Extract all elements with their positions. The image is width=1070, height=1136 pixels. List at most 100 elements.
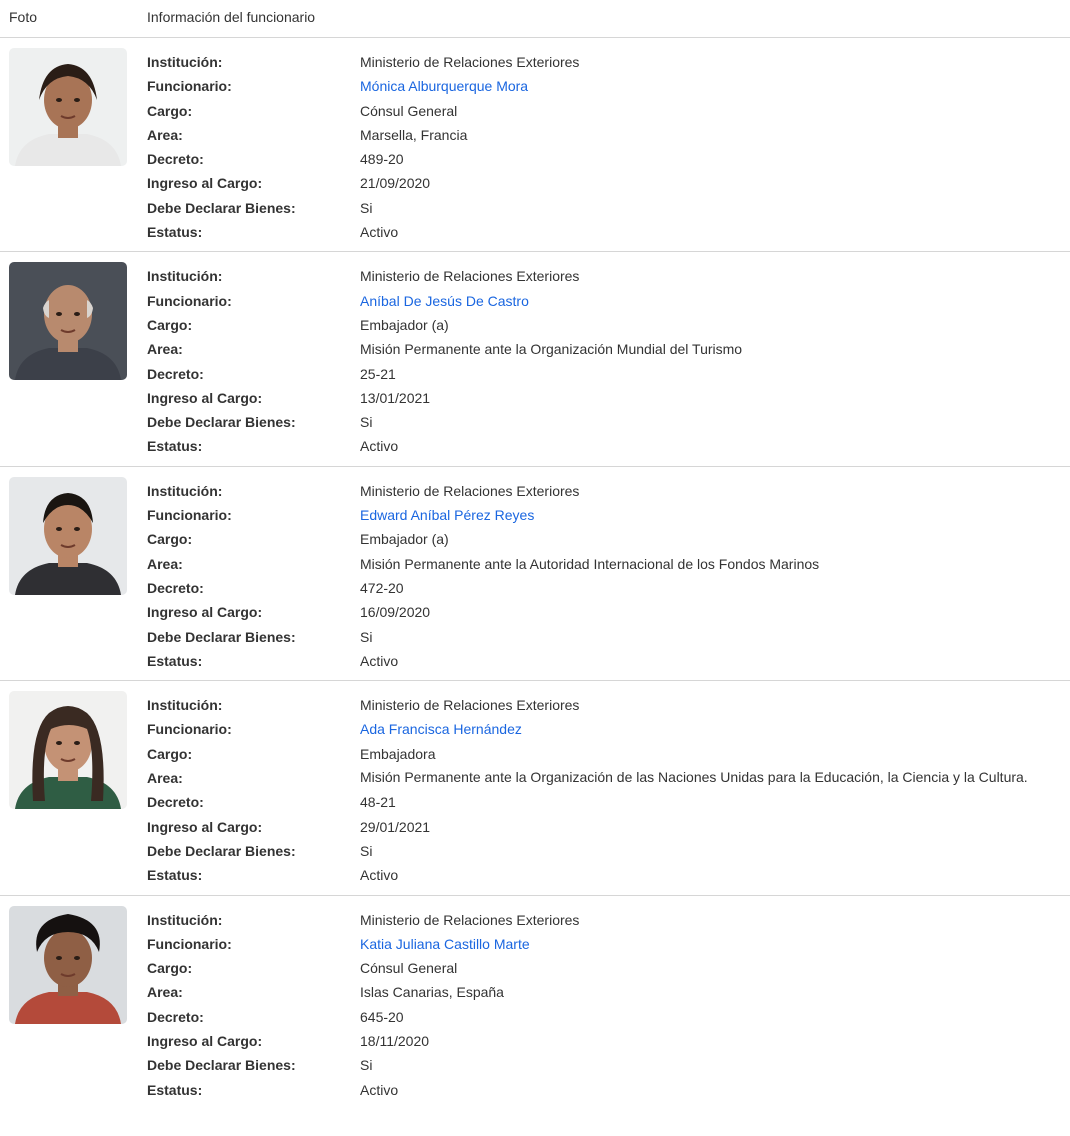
official-name-link[interactable]: Mónica Alburquerque Mora <box>360 74 528 98</box>
field-label-cargo: Cargo: <box>147 531 193 548</box>
field-value-decreto: 25-21 <box>360 365 396 382</box>
field-value-ingreso: 16/09/2020 <box>360 604 431 621</box>
field-value-estatus: Activo <box>360 1081 399 1098</box>
field-label-area: Area: <box>147 341 183 358</box>
field-bienes: Debe Declarar Bienes: Si <box>147 196 1070 220</box>
official-photo <box>9 476 127 595</box>
field-value-decreto: 489-20 <box>360 151 404 168</box>
field-value-bienes: Si <box>360 1057 373 1074</box>
official-photo <box>9 48 127 166</box>
field-label-area: Area: <box>147 126 183 143</box>
field-institucion: Institución: Ministerio de Relaciones Ext… <box>147 50 1070 74</box>
field-value-bienes: Si <box>360 628 373 645</box>
field-label-cargo: Cargo: <box>147 102 193 119</box>
field-label-decreto: Decreto: <box>147 794 204 811</box>
field-ingreso: Ingreso al Cargo: 29/01/2021 <box>147 815 1070 839</box>
field-label-bienes: Debe Declarar Bienes: <box>147 842 296 859</box>
field-label-funcionario: Funcionario: <box>147 507 232 524</box>
field-value-decreto: 48-21 <box>360 794 396 811</box>
field-label-ingreso: Ingreso al Cargo: <box>147 1032 263 1049</box>
header-info: Información del funcionario <box>147 9 316 25</box>
field-cargo: Cargo: Embajador (a) <box>147 527 1070 551</box>
field-label-institucion: Institución: <box>147 268 223 285</box>
official-fields: Institución: Ministerio de Relaciones Ext… <box>147 50 1070 244</box>
field-funcionario: Funcionario: Mónica Alburquerque Mora <box>147 74 1070 98</box>
official-name-link[interactable]: Edward Aníbal Pérez Reyes <box>360 503 534 527</box>
field-cargo: Cargo: Embajador (a) <box>147 313 1070 337</box>
field-area: Area: Marsella, Francia <box>147 123 1070 147</box>
field-institucion: Institución: Ministerio de Relaciones Ext… <box>147 908 1070 932</box>
field-label-institucion: Institución: <box>147 482 223 499</box>
field-bienes: Debe Declarar Bienes: Si <box>147 625 1070 649</box>
field-decreto: Decreto: 25-21 <box>147 362 1070 386</box>
field-value-cargo: Cónsul General <box>360 102 458 119</box>
field-value-ingreso: 21/09/2020 <box>360 175 431 192</box>
field-institucion: Institución: Ministerio de Relaciones Ext… <box>147 693 1070 717</box>
field-label-area: Area: <box>147 555 183 572</box>
official-fields: Institución: Ministerio de Relaciones Ext… <box>147 908 1070 1102</box>
field-bienes: Debe Declarar Bienes: Si <box>147 410 1070 434</box>
field-value-ingreso: 18/11/2020 <box>360 1032 430 1049</box>
official-row: Institución: Ministerio de Relaciones Ext… <box>0 38 1070 253</box>
field-estatus: Estatus: Activo <box>147 1078 1070 1102</box>
field-label-cargo: Cargo: <box>147 316 193 333</box>
field-label-estatus: Estatus: <box>147 224 203 241</box>
field-value-institucion: Ministerio de Relaciones Exteriores <box>360 911 580 928</box>
field-label-ingreso: Ingreso al Cargo: <box>147 818 263 835</box>
field-bienes: Debe Declarar Bienes: Si <box>147 1053 1070 1077</box>
field-label-funcionario: Funcionario: <box>147 935 232 952</box>
official-row: Institución: Ministerio de Relaciones Ext… <box>0 252 1070 467</box>
field-decreto: Decreto: 48-21 <box>147 790 1070 814</box>
field-label-estatus: Estatus: <box>147 438 203 455</box>
field-area: Area: Islas Canarias, España <box>147 980 1070 1004</box>
field-label-estatus: Estatus: <box>147 652 203 669</box>
field-label-institucion: Institución: <box>147 54 223 70</box>
field-label-cargo: Cargo: <box>147 960 193 977</box>
field-cargo: Cargo: Cónsul General <box>147 956 1070 980</box>
official-photo <box>9 262 127 381</box>
field-label-decreto: Decreto: <box>147 579 204 596</box>
field-label-estatus: Estatus: <box>147 1081 203 1098</box>
field-funcionario: Funcionario: Edward Aníbal Pérez Reyes <box>147 503 1070 527</box>
officials-table: Foto Información del funcionario Institu… <box>0 0 1070 1109</box>
official-name-link[interactable]: Ada Francisca Hernández <box>360 717 522 741</box>
field-value-institucion: Ministerio de Relaciones Exteriores <box>360 697 580 714</box>
field-value-area: Islas Canarias, España <box>360 984 504 1001</box>
field-value-decreto: 472-20 <box>360 579 404 596</box>
field-ingreso: Ingreso al Cargo: 13/01/2021 <box>147 386 1070 410</box>
field-estatus: Estatus: Activo <box>147 220 1070 244</box>
field-value-area: Marsella, Francia <box>360 126 468 143</box>
field-funcionario: Funcionario: Katia Juliana Castillo Marte <box>147 932 1070 956</box>
field-value-institucion: Ministerio de Relaciones Exteriores <box>360 54 580 70</box>
field-area: Area: Misión Permanente ante la Autoridad… <box>147 552 1070 576</box>
official-row: Institución: Ministerio de Relaciones Ext… <box>0 896 1070 1109</box>
field-value-estatus: Activo <box>360 438 399 455</box>
field-decreto: Decreto: 645-20 <box>147 1005 1070 1029</box>
field-label-ingreso: Ingreso al Cargo: <box>147 175 263 192</box>
field-label-decreto: Decreto: <box>147 151 204 168</box>
field-label-ingreso: Ingreso al Cargo: <box>147 604 263 621</box>
field-label-bienes: Debe Declarar Bienes: <box>147 1057 296 1074</box>
official-photo <box>9 691 127 810</box>
official-name-link[interactable]: Katia Juliana Castillo Marte <box>360 932 530 956</box>
field-value-ingreso: 13/01/2021 <box>360 389 431 406</box>
field-label-bienes: Debe Declarar Bienes: <box>147 199 296 216</box>
field-label-bienes: Debe Declarar Bienes: <box>147 628 296 645</box>
field-value-cargo: Embajador (a) <box>360 531 449 548</box>
field-label-cargo: Cargo: <box>147 745 193 762</box>
field-funcionario: Funcionario: Aníbal De Jesús De Castro <box>147 289 1070 313</box>
official-name-link[interactable]: Aníbal De Jesús De Castro <box>360 289 529 313</box>
official-fields: Institución: Ministerio de Relaciones Ext… <box>147 264 1070 458</box>
field-estatus: Estatus: Activo <box>147 434 1070 458</box>
field-estatus: Estatus: Activo <box>147 863 1070 887</box>
field-cargo: Cargo: Cónsul General <box>147 99 1070 123</box>
field-label-estatus: Estatus: <box>147 867 203 884</box>
field-label-decreto: Decreto: <box>147 1008 204 1025</box>
field-label-area: Area: <box>147 984 183 1001</box>
field-label-institucion: Institución: <box>147 911 223 928</box>
field-value-bienes: Si <box>360 414 373 431</box>
field-value-estatus: Activo <box>360 867 399 884</box>
official-photo <box>9 905 127 1024</box>
field-label-funcionario: Funcionario: <box>147 292 232 309</box>
field-institucion: Institución: Ministerio de Relaciones Ext… <box>147 264 1070 288</box>
